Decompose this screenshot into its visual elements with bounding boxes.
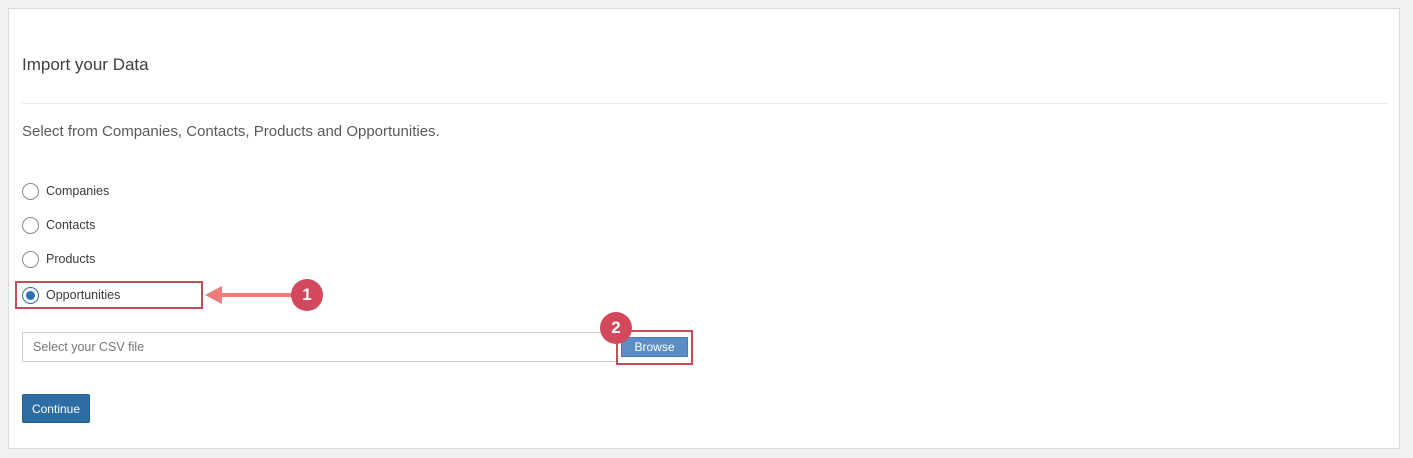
annotation-arrow-head-icon bbox=[205, 286, 222, 304]
radio-label-companies: Companies bbox=[46, 184, 110, 198]
radio-companies[interactable]: Companies bbox=[22, 181, 109, 201]
radio-label-contacts: Contacts bbox=[46, 218, 96, 232]
annotation-arrow-line bbox=[221, 293, 295, 297]
radio-button-icon[interactable] bbox=[22, 216, 39, 234]
import-panel: Import your Data Select from Companies, … bbox=[8, 8, 1400, 449]
continue-button[interactable]: Continue bbox=[22, 394, 90, 423]
title-divider bbox=[22, 103, 1388, 104]
page-subtitle: Select from Companies, Contacts, Product… bbox=[22, 123, 440, 140]
annotation-marker-1: 1 bbox=[291, 279, 323, 311]
annotation-highlight-opportunities bbox=[15, 281, 203, 309]
page-title: Import your Data bbox=[22, 55, 149, 74]
annotation-marker-2: 2 bbox=[600, 312, 632, 344]
radio-button-icon[interactable] bbox=[22, 182, 39, 200]
csv-file-input[interactable] bbox=[22, 332, 622, 362]
radio-products[interactable]: Products bbox=[22, 249, 95, 269]
radio-button-icon[interactable] bbox=[22, 250, 39, 268]
radio-contacts[interactable]: Contacts bbox=[22, 215, 95, 235]
browse-button[interactable]: Browse bbox=[621, 337, 688, 357]
radio-label-products: Products bbox=[46, 252, 96, 266]
